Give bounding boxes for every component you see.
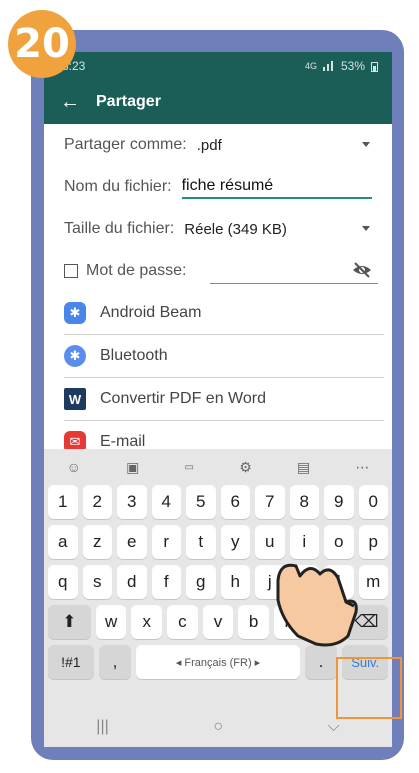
dropdown-arrow-icon bbox=[362, 226, 370, 231]
share-as-label: Partager comme: bbox=[64, 136, 187, 153]
share-as-value: .pdf bbox=[196, 136, 222, 154]
key-row19[interactable]: 0 bbox=[358, 485, 388, 519]
key-row17[interactable]: 8 bbox=[289, 485, 319, 519]
share-form: Partager comme: .pdf Nom du fichier: Tai… bbox=[44, 124, 392, 464]
status-bar: 8:23 4G 53% bbox=[44, 52, 392, 80]
emoji-icon[interactable]: ☺ bbox=[67, 459, 81, 475]
key-row20[interactable]: a bbox=[48, 525, 78, 559]
battery-icon bbox=[371, 61, 378, 72]
key-row41[interactable]: x bbox=[131, 605, 163, 639]
sticker-icon[interactable]: ▣ bbox=[126, 459, 139, 476]
app-item-bluetooth[interactable]: ✱ Bluetooth bbox=[64, 335, 384, 378]
word-icon: W bbox=[64, 388, 86, 410]
home-icon[interactable]: ○ bbox=[213, 718, 223, 736]
key-row31[interactable]: s bbox=[82, 565, 112, 599]
key-row16[interactable]: 7 bbox=[255, 485, 285, 519]
app-label: Android Beam bbox=[100, 304, 202, 321]
password-checkbox[interactable] bbox=[64, 264, 78, 278]
gif-icon[interactable]: ▭ bbox=[185, 462, 194, 473]
network-icon: 4G bbox=[304, 61, 317, 71]
password-field[interactable] bbox=[210, 283, 378, 284]
back-nav-icon[interactable]: ⌵ bbox=[328, 718, 340, 736]
key-row18[interactable]: 9 bbox=[324, 485, 354, 519]
key-row42[interactable]: c bbox=[167, 605, 198, 639]
recents-icon[interactable]: ||| bbox=[96, 718, 108, 736]
key-row32[interactable]: d bbox=[117, 565, 147, 599]
space-key[interactable]: ◂ Français (FR) ▸ bbox=[136, 645, 300, 679]
comma-key[interactable]: , bbox=[98, 645, 132, 679]
key-row13[interactable]: 4 bbox=[151, 485, 181, 519]
battery-text: 53% bbox=[340, 59, 365, 73]
key-row30[interactable]: q bbox=[48, 565, 78, 599]
visibility-off-icon[interactable] bbox=[352, 262, 372, 278]
app-toolbar: ← Partager bbox=[44, 80, 392, 124]
key-row22[interactable]: e bbox=[117, 525, 147, 559]
password-label: Mot de passe: bbox=[86, 262, 187, 279]
clipboard-icon[interactable]: ▤ bbox=[297, 459, 310, 476]
size-label: Taille du fichier: bbox=[64, 220, 175, 237]
key-row21[interactable]: z bbox=[82, 525, 112, 559]
shift-key[interactable]: ⬆ bbox=[48, 605, 91, 639]
key-row35[interactable]: h bbox=[220, 565, 250, 599]
password-row: Mot de passe: bbox=[64, 250, 392, 292]
filename-label: Nom du fichier: bbox=[64, 178, 172, 195]
android-beam-icon: ✱ bbox=[64, 302, 86, 324]
page-title: Partager bbox=[96, 93, 161, 110]
key-row24[interactable]: t bbox=[186, 525, 216, 559]
app-label: Convertir PDF en Word bbox=[100, 390, 266, 407]
app-item-convert-word[interactable]: W Convertir PDF en Word bbox=[64, 378, 384, 421]
pointing-hand-icon bbox=[276, 563, 358, 647]
key-row43[interactable]: v bbox=[202, 605, 234, 639]
keyboard-row-numbers: 1234567890 bbox=[44, 485, 392, 519]
dropdown-arrow-icon bbox=[362, 142, 370, 147]
filename-input[interactable] bbox=[181, 175, 372, 199]
key-row33[interactable]: f bbox=[151, 565, 181, 599]
size-dropdown[interactable]: Taille du fichier: Réele (349 KB) bbox=[64, 208, 392, 250]
step-badge: 20 bbox=[8, 10, 76, 78]
key-row10[interactable]: 1 bbox=[48, 485, 78, 519]
size-value: Réele (349 KB) bbox=[184, 220, 287, 238]
more-icon[interactable]: ⋯ bbox=[355, 459, 369, 476]
period-key[interactable]: . bbox=[304, 645, 338, 679]
key-row11[interactable]: 2 bbox=[82, 485, 112, 519]
key-row15[interactable]: 6 bbox=[220, 485, 250, 519]
filename-row: Nom du fichier: bbox=[64, 166, 392, 208]
app-label: Bluetooth bbox=[100, 347, 168, 364]
key-row14[interactable]: 5 bbox=[186, 485, 216, 519]
next-key-highlight bbox=[336, 657, 402, 719]
key-row40[interactable]: w bbox=[95, 605, 127, 639]
key-row12[interactable]: 3 bbox=[117, 485, 147, 519]
share-as-dropdown[interactable]: Partager comme: .pdf bbox=[64, 124, 392, 166]
key-row23[interactable]: r bbox=[151, 525, 181, 559]
gear-icon[interactable]: ⚙ bbox=[239, 459, 252, 476]
keyboard-toolbar: ☺ ▣ ▭ ⚙ ▤ ⋯ bbox=[44, 449, 392, 485]
signal-icon bbox=[322, 61, 333, 71]
key-row34[interactable]: g bbox=[186, 565, 216, 599]
bluetooth-icon: ✱ bbox=[64, 345, 86, 367]
arrow-back-icon[interactable]: ← bbox=[44, 91, 96, 114]
app-item-android-beam[interactable]: ✱ Android Beam bbox=[64, 292, 384, 335]
key-row25[interactable]: y bbox=[220, 525, 250, 559]
symbols-key[interactable]: !#1 bbox=[48, 645, 94, 679]
